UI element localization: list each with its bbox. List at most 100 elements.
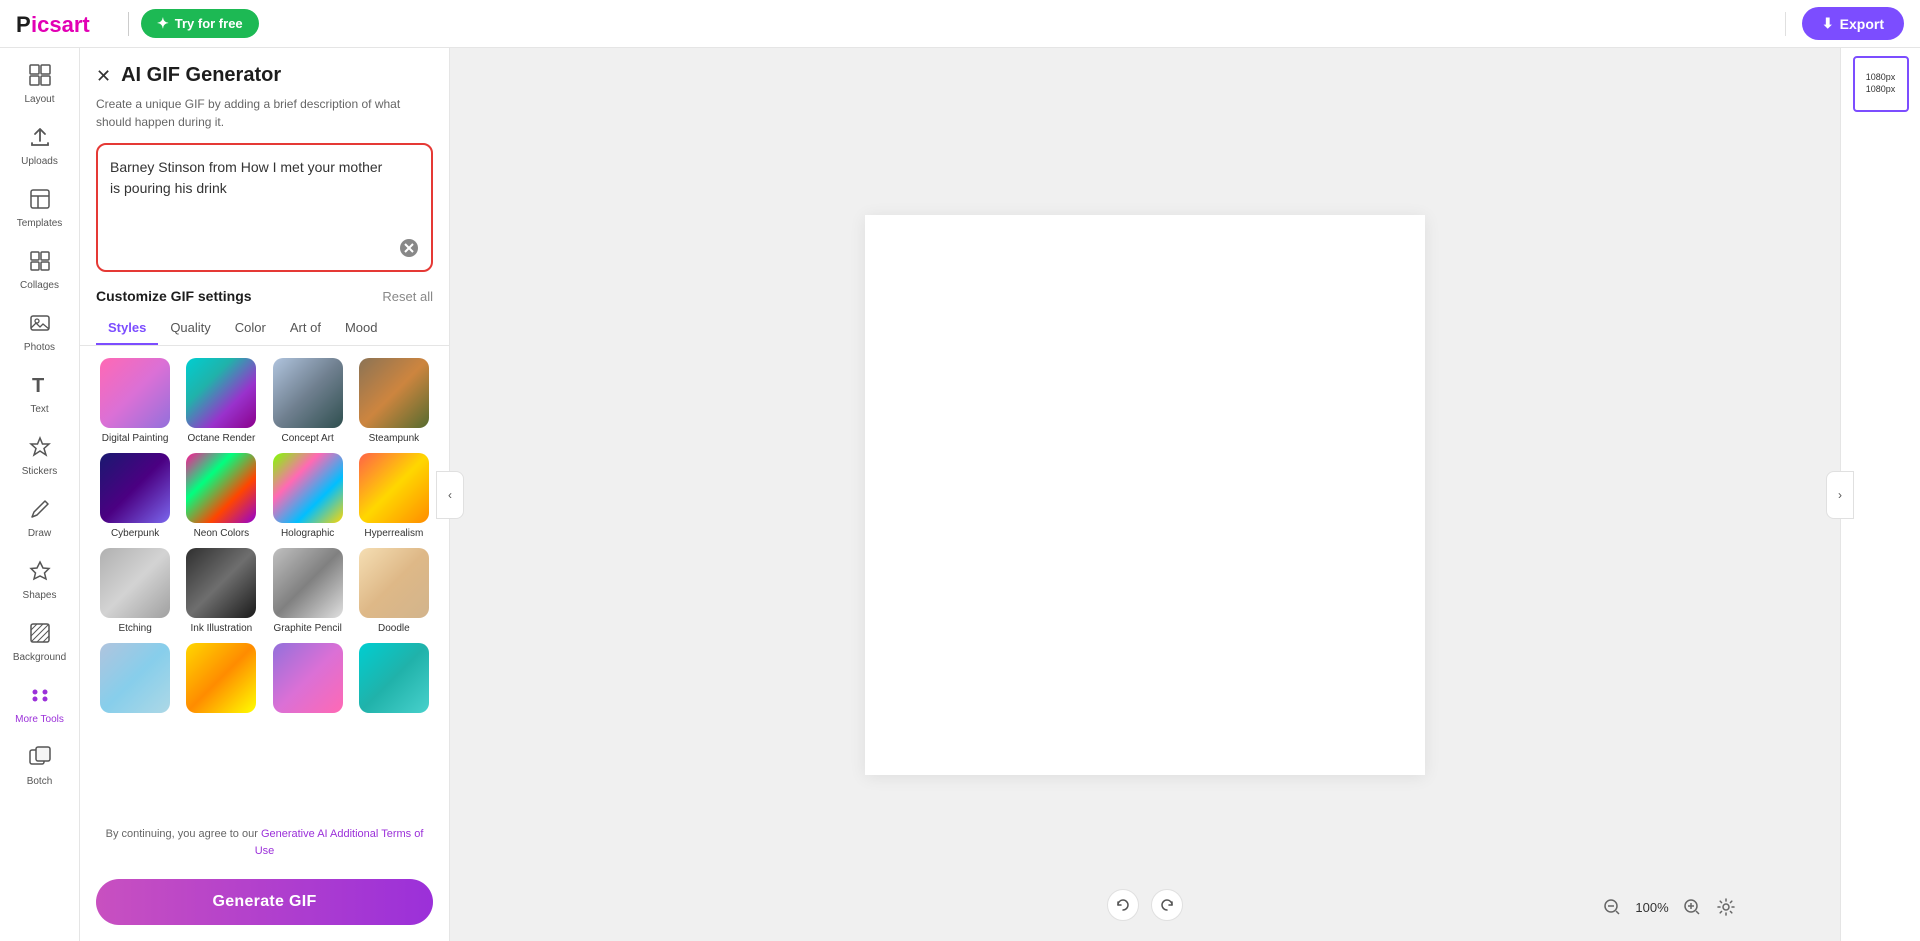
- style-steampunk[interactable]: Steampunk: [355, 358, 433, 445]
- draw-icon: [29, 498, 51, 524]
- uploads-icon: [29, 126, 51, 152]
- photos-icon: [29, 312, 51, 338]
- svg-text:icsart: icsart: [31, 12, 90, 37]
- style-holographic[interactable]: Holographic: [269, 453, 347, 540]
- style-cyberpunk[interactable]: Cyberpunk: [96, 453, 174, 540]
- main-area: Layout Uploads Templates Collages Photos: [0, 48, 1920, 941]
- style-thumb-holographic: [273, 453, 343, 523]
- reset-all-button[interactable]: Reset all: [382, 289, 433, 304]
- ai-gif-panel: ✕ AI GIF Generator Create a unique GIF b…: [80, 48, 450, 941]
- sidebar-item-batch[interactable]: Botch: [4, 738, 76, 796]
- sidebar-item-text[interactable]: T Text: [4, 366, 76, 424]
- style-thumb-row4c: [273, 643, 343, 713]
- style-thumb-etching: [100, 548, 170, 618]
- export-button[interactable]: ⬇ Export: [1802, 7, 1904, 40]
- zoom-out-button[interactable]: [1598, 893, 1626, 921]
- sidebar-item-draw[interactable]: Draw: [4, 490, 76, 548]
- sidebar-item-stickers[interactable]: Stickers: [4, 428, 76, 486]
- canvas-area: ‹ › 100%: [450, 48, 1840, 941]
- text-icon: T: [29, 374, 51, 400]
- sidebar-item-collages[interactable]: Collages: [4, 242, 76, 300]
- style-label-graphite: Graphite Pencil: [273, 622, 341, 635]
- redo-button[interactable]: [1151, 889, 1183, 921]
- style-label-ink: Ink Illustration: [191, 622, 253, 635]
- prompt-clear-button[interactable]: [397, 236, 421, 260]
- panel-collapse-button[interactable]: ‹: [436, 471, 464, 519]
- sidebar-item-layout-label: Layout: [24, 94, 54, 106]
- tab-styles[interactable]: Styles: [96, 312, 158, 345]
- export-icon: ⬇: [1822, 15, 1834, 32]
- style-thumb-digital: [100, 358, 170, 428]
- style-label-holographic: Holographic: [281, 527, 334, 540]
- generate-btn-wrapper: Generate GIF: [80, 869, 449, 941]
- style-label-etching: Etching: [118, 622, 151, 635]
- style-thumb-octane: [186, 358, 256, 428]
- style-octane-render[interactable]: Octane Render: [182, 358, 260, 445]
- sidebar-item-more-tools[interactable]: More Tools: [4, 676, 76, 734]
- stickers-icon: [29, 436, 51, 462]
- style-grid-wrapper: Digital Painting Octane Render Concept A…: [80, 346, 449, 816]
- style-thumb-concept: [273, 358, 343, 428]
- shapes-icon: [29, 560, 51, 586]
- sidebar-item-uploads[interactable]: Uploads: [4, 118, 76, 176]
- style-etching[interactable]: Etching: [96, 548, 174, 635]
- sidebar-item-photos-label: Photos: [24, 342, 55, 354]
- style-label-octane: Octane Render: [187, 432, 255, 445]
- topbar-right: ⬇ Export: [1777, 7, 1904, 40]
- style-thumb-row4d: [359, 643, 429, 713]
- style-neon-colors[interactable]: Neon Colors: [182, 453, 260, 540]
- style-row4c[interactable]: [269, 643, 347, 717]
- zoom-controls: 100%: [1598, 893, 1740, 921]
- canvas-size-selector[interactable]: 1080px 1080px: [1853, 56, 1909, 112]
- tab-color[interactable]: Color: [223, 312, 278, 345]
- try-free-label: Try for free: [175, 16, 243, 31]
- try-free-button[interactable]: ✦ Try for free: [141, 9, 259, 38]
- canvas-expand-button[interactable]: ›: [1826, 471, 1854, 519]
- style-digital-painting[interactable]: Digital Painting: [96, 358, 174, 445]
- style-row4a[interactable]: [96, 643, 174, 717]
- style-hyperrealism[interactable]: Hyperrealism: [355, 453, 433, 540]
- style-ink-illustration[interactable]: Ink Illustration: [182, 548, 260, 635]
- disclaimer: By continuing, you agree to our Generati…: [80, 816, 449, 869]
- zoom-value: 100%: [1632, 900, 1672, 915]
- sidebar-item-shapes[interactable]: Shapes: [4, 552, 76, 610]
- prompt-wrapper: Barney Stinson from How I met your mothe…: [96, 143, 433, 272]
- sidebar-item-shapes-label: Shapes: [23, 590, 57, 602]
- sidebar-item-more-tools-label: More Tools: [15, 714, 64, 726]
- generate-gif-button[interactable]: Generate GIF: [96, 879, 433, 925]
- topbar-sep: [1785, 12, 1786, 36]
- collages-icon: [29, 250, 51, 276]
- style-thumb-doodle: [359, 548, 429, 618]
- customize-header: Customize GIF settings Reset all: [80, 284, 449, 312]
- svg-text:P: P: [16, 12, 31, 37]
- zoom-in-button[interactable]: [1678, 893, 1706, 921]
- bottom-bar: [1107, 889, 1183, 921]
- style-label-digital: Digital Painting: [102, 432, 169, 445]
- tab-quality[interactable]: Quality: [158, 312, 222, 345]
- canvas-settings-button[interactable]: [1712, 893, 1740, 921]
- undo-button[interactable]: [1107, 889, 1139, 921]
- more-tools-icon: [29, 684, 51, 710]
- style-label-hyperrealism: Hyperrealism: [364, 527, 423, 540]
- sidebar-item-background[interactable]: Background: [4, 614, 76, 672]
- layout-icon: [29, 64, 51, 90]
- style-thumb-neon: [186, 453, 256, 523]
- panel-close-button[interactable]: ✕: [96, 67, 111, 85]
- style-row4b[interactable]: [182, 643, 260, 717]
- sidebar-item-layout[interactable]: Layout: [4, 56, 76, 114]
- sidebar-item-templates[interactable]: Templates: [4, 180, 76, 238]
- disclaimer-link[interactable]: Generative AI Additional Terms of Use: [255, 828, 424, 857]
- panel-subtitle: Create a unique GIF by adding a brief de…: [80, 95, 449, 143]
- sidebar-item-photos[interactable]: Photos: [4, 304, 76, 362]
- style-thumb-row4a: [100, 643, 170, 713]
- magic-icon: ✦: [157, 15, 169, 32]
- style-row4d[interactable]: [355, 643, 433, 717]
- style-graphite-pencil[interactable]: Graphite Pencil: [269, 548, 347, 635]
- style-thumb-cyberpunk: [100, 453, 170, 523]
- prompt-textarea[interactable]: Barney Stinson from How I met your mothe…: [98, 145, 431, 265]
- style-doodle[interactable]: Doodle: [355, 548, 433, 635]
- tab-mood[interactable]: Mood: [333, 312, 390, 345]
- tab-art-of[interactable]: Art of: [278, 312, 333, 345]
- logo[interactable]: P icsart: [16, 10, 116, 38]
- style-concept-art[interactable]: Concept Art: [269, 358, 347, 445]
